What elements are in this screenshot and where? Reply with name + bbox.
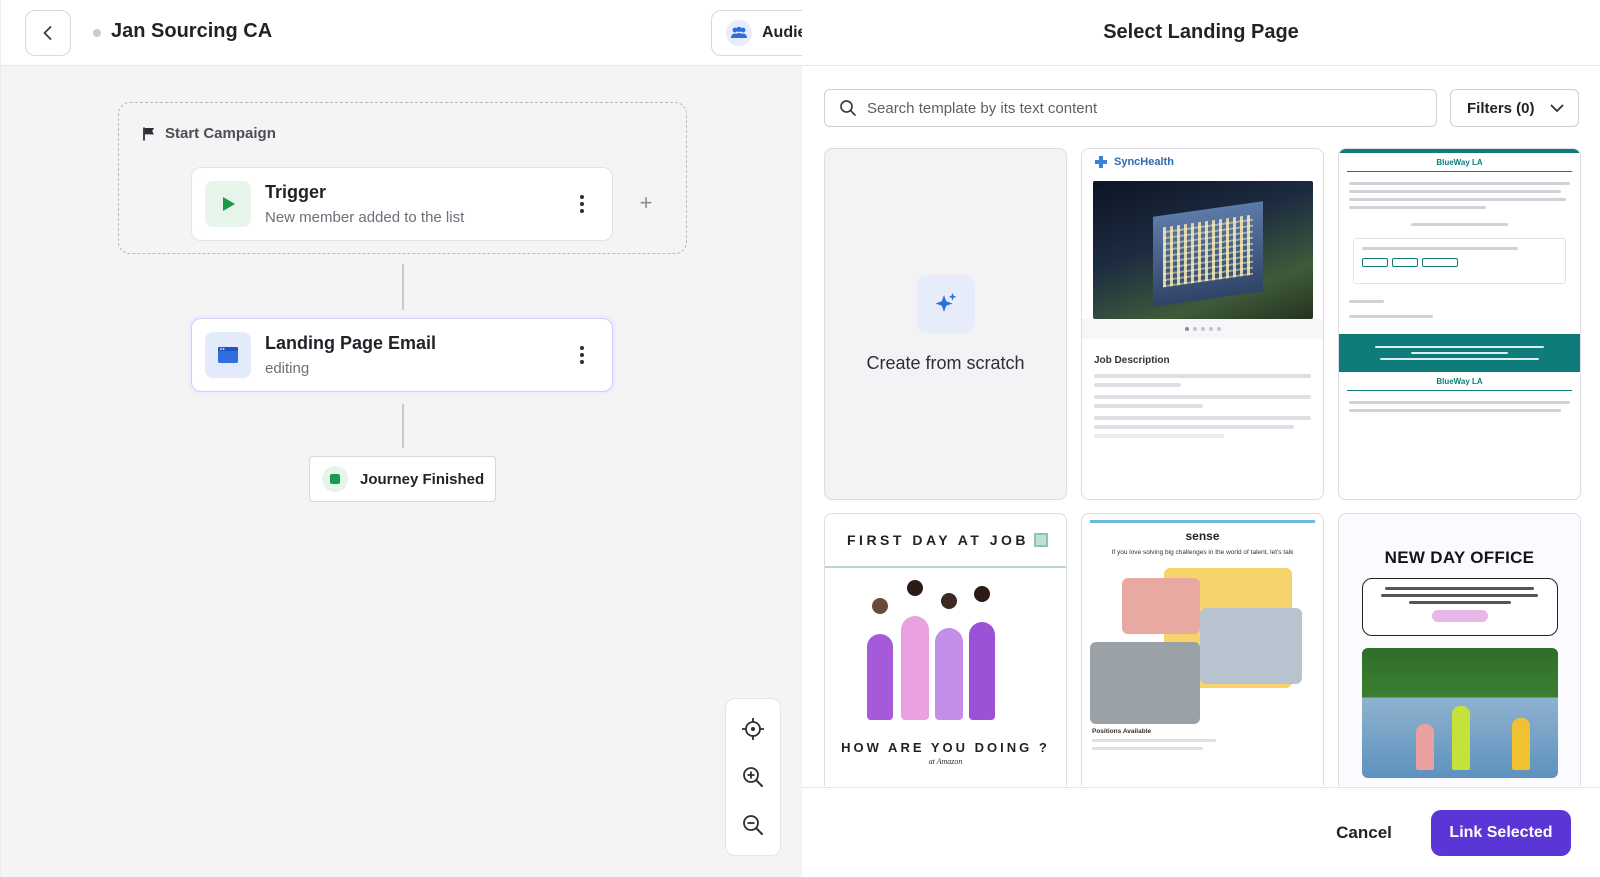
create-from-scratch-card[interactable]: Create from scratch [824, 148, 1067, 500]
sparkle-icon [916, 274, 975, 333]
sense-tagline: If you love solving big challenges in th… [1111, 549, 1294, 556]
cancel-button[interactable]: Cancel [1318, 810, 1410, 856]
browser-window-icon [205, 332, 251, 378]
start-campaign-text: Start Campaign [165, 125, 276, 142]
email-step-status: editing [265, 360, 310, 377]
chevron-left-icon [43, 26, 52, 40]
trigger-title: Trigger [265, 182, 327, 202]
email-step-title: Landing Page Email [265, 333, 437, 353]
journey-finished-label: Journey Finished [360, 470, 485, 488]
carousel-dots [1082, 319, 1323, 339]
trigger-more-icon[interactable] [570, 192, 594, 216]
first-day-subtitle: HOW ARE YOU DOING ? [841, 740, 1050, 755]
blueway-brand-repeat: BlueWay LA [1347, 372, 1572, 391]
synchealth-section-title: Job Description [1094, 355, 1170, 366]
search-icon [840, 100, 856, 116]
landing-page-email-node[interactable]: Landing Page Email editing [191, 318, 613, 392]
connector-line [402, 264, 404, 310]
select-landing-page-panel: Select Landing Page Filters (0) Create f… [802, 0, 1600, 877]
campaign-name: Jan Sourcing CA [111, 20, 273, 42]
modal-footer: Cancel Link Selected [802, 787, 1600, 877]
audience-label: Audie [762, 24, 807, 41]
template-grid: Create from scratch SyncHealth Job Descr… [824, 148, 1586, 786]
zoom-out-icon[interactable] [738, 810, 768, 840]
template-card-first-day[interactable]: FIRST DAY AT JOB HOW ARE YOU DOING ? at … [824, 513, 1067, 786]
template-search [824, 89, 1437, 127]
first-day-company: at Amazon [928, 757, 963, 766]
link-selected-button[interactable]: Link Selected [1431, 810, 1571, 856]
start-campaign-label: Start Campaign [141, 125, 276, 142]
chevron-down-icon [1550, 104, 1564, 112]
medical-cross-icon [1095, 156, 1107, 168]
journey-finished-node[interactable]: Journey Finished [309, 456, 496, 502]
filters-dropdown[interactable]: Filters (0) [1450, 89, 1579, 127]
journey-canvas: Jan Sourcing CA Audie Start Campaign Tri… [0, 0, 831, 877]
hospital-image [1092, 181, 1313, 319]
create-from-scratch-label: Create from scratch [866, 352, 1025, 373]
search-input[interactable] [867, 99, 1427, 117]
trigger-subtitle: New member added to the list [265, 209, 465, 226]
trigger-node[interactable]: Trigger New member added to the list [191, 167, 613, 241]
play-icon [205, 181, 251, 227]
filters-label: Filters (0) [1467, 99, 1535, 117]
email-step-more-icon[interactable] [570, 343, 594, 367]
stop-icon [322, 466, 348, 492]
template-card-synchealth[interactable]: SyncHealth Job Description [1081, 148, 1324, 500]
status-dot [93, 29, 101, 37]
modal-header: Select Landing Page [802, 0, 1600, 66]
new-day-title: NEW DAY OFFICE [1384, 548, 1535, 567]
template-card-new-day-office[interactable]: NEW DAY OFFICE [1338, 513, 1581, 786]
add-trigger-plus-icon[interactable]: + [635, 192, 657, 214]
template-card-sense[interactable]: sense If you love solving big challenges… [1081, 513, 1324, 786]
journey-topbar: Jan Sourcing CA Audie [1, 0, 831, 66]
new-day-message-box [1361, 578, 1558, 636]
zoom-in-icon[interactable] [738, 762, 768, 792]
sense-section-title: Positions Available [1092, 728, 1152, 735]
recenter-crosshair-icon[interactable] [738, 714, 768, 744]
blueway-brand: BlueWay LA [1347, 153, 1572, 172]
template-card-blueway[interactable]: BlueWay LA BlueWay LA [1338, 148, 1581, 500]
sense-photo-collage [1082, 564, 1323, 724]
team-illustration [825, 568, 1066, 738]
modal-title: Select Landing Page [1103, 21, 1299, 43]
first-day-title: FIRST DAY AT JOB [847, 532, 1030, 548]
synchealth-brand: SyncHealth [1114, 156, 1174, 168]
connector-line [402, 404, 404, 448]
kids-playing-image [1361, 648, 1558, 778]
synchealth-logo: SyncHealth [1082, 149, 1323, 175]
people-icon [726, 20, 752, 46]
sense-brand: sense [1185, 529, 1220, 543]
flag-icon [143, 127, 154, 140]
survey-pill [1431, 610, 1488, 622]
grid-badge-icon [1034, 533, 1048, 547]
back-button[interactable] [25, 10, 71, 56]
zoom-controls [725, 698, 781, 856]
